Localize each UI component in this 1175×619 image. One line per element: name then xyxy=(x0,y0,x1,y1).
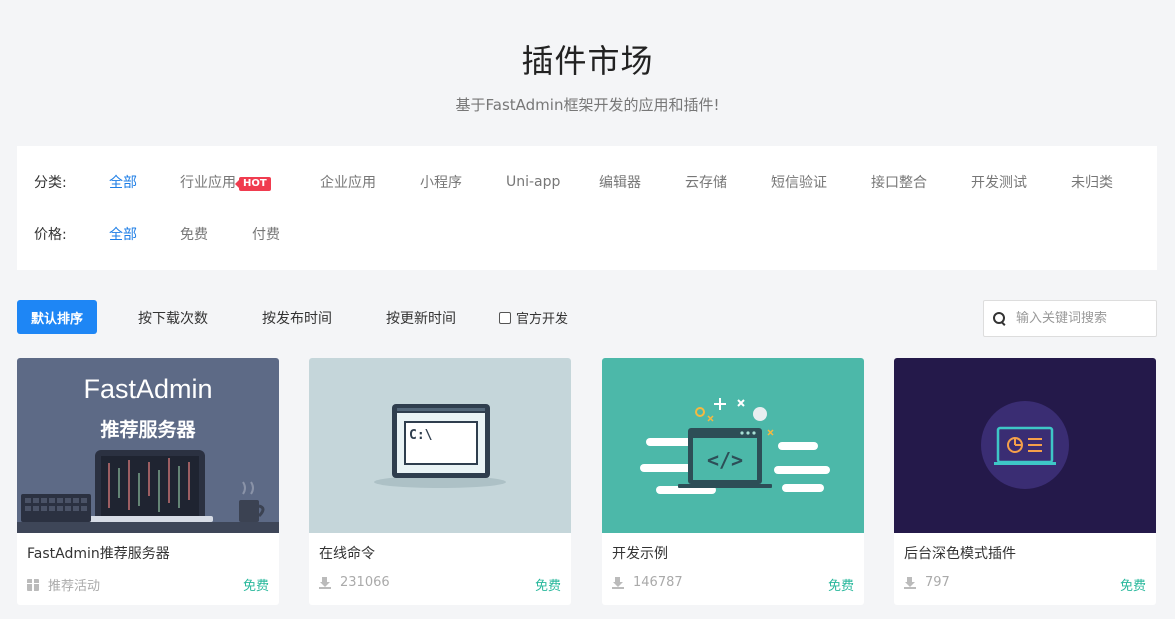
category-all[interactable]: 全部 xyxy=(109,172,137,192)
terminal-prompt-text: C:\ xyxy=(409,428,433,443)
category-dev-test[interactable]: 开发测试 xyxy=(971,172,1027,192)
download-icon xyxy=(612,576,624,589)
download-icon xyxy=(319,576,331,589)
thumb-title-text: FastAdmin xyxy=(83,374,212,404)
category-editor[interactable]: 编辑器 xyxy=(599,172,641,192)
search-icon[interactable] xyxy=(993,311,1007,326)
sort-default-button[interactable]: 默认排序 xyxy=(17,300,97,334)
category-miniprogram[interactable]: 小程序 xyxy=(420,172,462,192)
card-thumbnail: C:\ xyxy=(309,358,571,533)
search-box xyxy=(983,300,1157,337)
card-download-count: 797 xyxy=(925,575,950,590)
card-meta: 797 xyxy=(904,575,950,590)
card-meta: 推荐活动 xyxy=(27,575,100,594)
category-enterprise[interactable]: 企业应用 xyxy=(320,172,376,192)
plugin-card-2[interactable]: C:\ 在线命令 231066 免费 xyxy=(309,358,571,605)
sort-by-update-time[interactable]: 按更新时间 xyxy=(386,308,456,328)
category-label: 分类: xyxy=(34,175,67,191)
card-download-count: 231066 xyxy=(340,575,390,590)
price-free[interactable]: 免费 xyxy=(180,224,208,244)
card-thumbnail: FastAdmin 推荐服务器 xyxy=(17,358,279,533)
category-sms[interactable]: 短信验证 xyxy=(771,172,827,192)
sort-by-downloads[interactable]: 按下载次数 xyxy=(138,308,208,328)
category-cloud-storage[interactable]: 云存储 xyxy=(685,172,727,192)
download-icon xyxy=(904,576,916,589)
card-meta: 146787 xyxy=(612,575,683,590)
plugin-card-4[interactable]: 后台深色模式插件 797 免费 xyxy=(894,358,1156,605)
card-thumbnail: </> xyxy=(602,358,864,533)
price-all[interactable]: 全部 xyxy=(109,224,137,244)
hot-badge: HOT xyxy=(235,177,271,191)
category-api[interactable]: 接口整合 xyxy=(871,172,927,192)
gift-icon xyxy=(27,578,39,591)
card-meta: 231066 xyxy=(319,575,390,590)
thumb-subtitle-text: 推荐服务器 xyxy=(100,418,196,441)
code-symbol-text: </> xyxy=(707,448,743,472)
card-price: 免费 xyxy=(242,579,269,594)
search-input[interactable] xyxy=(1016,311,1146,326)
card-download-count: 146787 xyxy=(633,575,683,590)
card-price: 免费 xyxy=(1119,579,1146,594)
official-checkbox[interactable]: 官方开发 xyxy=(499,308,568,327)
price-filter-row: 价格: 全部 免费 付费 xyxy=(17,223,1157,245)
checkbox-box[interactable] xyxy=(499,311,511,324)
price-paid[interactable]: 付费 xyxy=(252,224,280,244)
card-title[interactable]: 后台深色模式插件 xyxy=(904,543,1016,563)
page-title: 插件市场 xyxy=(521,42,654,80)
page-subtitle: 基于FastAdmin框架开发的应用和插件! xyxy=(455,96,720,114)
server-illustration: FastAdmin 推荐服务器 xyxy=(17,374,279,533)
card-title[interactable]: FastAdmin推荐服务器 xyxy=(27,543,170,563)
card-price: 免费 xyxy=(827,579,854,594)
code-illustration: </> xyxy=(640,398,830,494)
price-label: 价格: xyxy=(34,227,67,243)
card-price: 免费 xyxy=(534,579,561,594)
page-header: 插件市场 基于FastAdmin框架开发的应用和插件! xyxy=(0,0,1175,146)
plugin-card-3[interactable]: </> 开发示例 146787 免费 xyxy=(602,358,864,605)
category-uncategorized[interactable]: 未归类 xyxy=(1071,172,1113,192)
dark-mode-illustration xyxy=(981,401,1069,489)
filter-panel: 分类: 全部 行业应用 HOT 企业应用 小程序 Uni-app 编辑器 云存储 … xyxy=(17,146,1157,270)
category-uniapp[interactable]: Uni-app xyxy=(506,174,560,190)
terminal-illustration: C:\ xyxy=(374,404,506,488)
card-title[interactable]: 在线命令 xyxy=(319,543,375,563)
category-industry[interactable]: 行业应用 HOT xyxy=(180,172,271,192)
card-meta-text: 推荐活动 xyxy=(48,579,101,594)
category-industry-label: 行业应用 xyxy=(180,175,236,191)
card-thumbnail xyxy=(894,358,1156,533)
category-filter-row: 分类: 全部 行业应用 HOT 企业应用 小程序 Uni-app 编辑器 云存储 … xyxy=(17,171,1157,193)
plugin-card-1[interactable]: FastAdmin 推荐服务器 FastAdmin推荐服务器 推荐活动 免费 xyxy=(17,358,279,605)
sort-by-publish-time[interactable]: 按发布时间 xyxy=(262,308,332,328)
sort-bar: 默认排序 按下载次数 按发布时间 按更新时间 官方开发 xyxy=(17,300,1157,337)
card-title[interactable]: 开发示例 xyxy=(612,543,668,563)
official-label: 官方开发 xyxy=(516,312,569,327)
